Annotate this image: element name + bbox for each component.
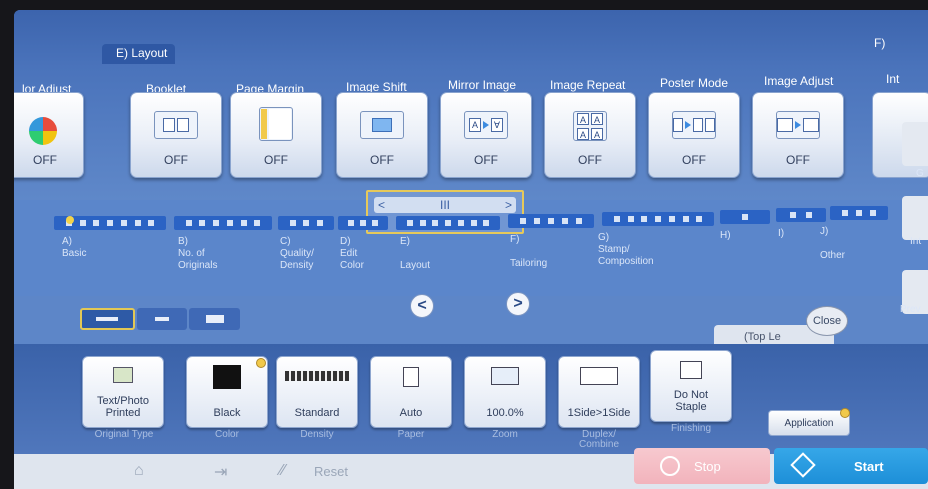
home-icon[interactable]: ⌂	[134, 462, 144, 480]
image-adjust-button[interactable]: OFF	[752, 92, 844, 178]
stop-icon	[660, 456, 680, 476]
side-button-int[interactable]	[902, 196, 928, 240]
zoom-icon	[491, 367, 519, 385]
paper-icon	[403, 367, 419, 387]
booklet-button[interactable]: OFF	[130, 92, 222, 178]
caption-finishing: Finishing	[670, 423, 712, 434]
tab-label-h: H)	[720, 230, 731, 241]
tab-stamp-composition[interactable]	[602, 212, 714, 226]
group-title-layout: E) Layout	[102, 44, 176, 64]
zoom-button[interactable]: 100.0%	[464, 356, 546, 428]
tab-other[interactable]	[830, 206, 888, 220]
touch-screen: E) Layout F) lor Adjust Booklet Page Mar…	[14, 10, 928, 489]
tab-label-no-of-originals: B) No. of Originals	[178, 236, 218, 271]
scroll-left-icon[interactable]: <	[378, 198, 385, 212]
scroll-right-icon[interactable]: >	[505, 198, 512, 212]
function-label: Mirror Image	[448, 78, 517, 92]
tab-label-layout: E) Layout	[400, 236, 431, 271]
function-label: Poster Mode	[660, 76, 729, 90]
function-label: Image Adjust	[764, 74, 834, 88]
side-label-int: Int	[910, 236, 922, 247]
document-icon	[113, 367, 133, 383]
poster-mode-button[interactable]: OFF	[648, 92, 740, 178]
view-mode-switch	[80, 308, 241, 330]
reset-button[interactable]: Reset	[314, 464, 348, 479]
color-adjust-button[interactable]: OFF	[14, 92, 84, 178]
image-repeat-button[interactable]: AAAA OFF	[544, 92, 636, 178]
view-mode-grid[interactable]	[189, 308, 241, 330]
view-mode-list[interactable]	[80, 308, 135, 330]
image-shift-button[interactable]: OFF	[336, 92, 428, 178]
function-label: Image Repeat	[550, 78, 626, 92]
side-button-g[interactable]	[902, 122, 928, 166]
function-label: Int	[886, 72, 900, 86]
mirror-image-button[interactable]: A ∀ OFF	[440, 92, 532, 178]
group-title-next: F)	[874, 36, 886, 50]
reset-icon[interactable]: ⁄⁄	[280, 462, 285, 480]
close-button[interactable]: Close	[806, 306, 848, 336]
density-button[interactable]: Standard	[276, 356, 358, 428]
tab-tailoring[interactable]	[508, 214, 594, 228]
color-wheel-icon	[29, 117, 57, 145]
scroll-thumb[interactable]: III	[440, 198, 450, 212]
caption-paper: Paper	[397, 429, 425, 440]
view-mode-detail[interactable]	[136, 308, 188, 330]
page-margin-button[interactable]: OFF	[230, 92, 322, 178]
mirror-image-icon: A ∀	[464, 111, 508, 139]
image-shift-icon	[360, 111, 404, 139]
tab-label-edit-color: D) Edit Color	[340, 236, 364, 271]
caption-color: Color	[215, 429, 239, 440]
tab-i[interactable]	[776, 208, 826, 222]
tab-layout[interactable]	[396, 216, 500, 230]
color-indicator-dot	[256, 358, 266, 368]
paper-button[interactable]: Auto	[370, 356, 452, 428]
next-tab-button[interactable]: >	[506, 292, 530, 316]
tab-label-i: I)	[778, 228, 785, 239]
image-adjust-icon	[776, 111, 820, 139]
side-label-prev: Prev	[900, 304, 921, 315]
caption-zoom: Zoom	[492, 429, 518, 440]
tab-no-of-originals[interactable]	[174, 216, 272, 230]
black-swatch-icon	[213, 365, 241, 389]
start-button[interactable]: Start	[774, 448, 928, 484]
finishing-button[interactable]: Do Not Staple	[650, 350, 732, 422]
tab-label-other: J) Other	[820, 226, 846, 261]
tab-label-basic: A) Basic	[62, 236, 87, 259]
prev-tab-button[interactable]: <	[410, 294, 434, 318]
application-indicator-dot	[840, 408, 850, 418]
color-button[interactable]: Black	[186, 356, 268, 428]
application-button[interactable]: Application	[768, 410, 850, 436]
booklet-icon	[154, 111, 198, 139]
tab-quality-density[interactable]	[278, 216, 334, 230]
tab-label-tailoring: F) Tailoring	[510, 234, 548, 269]
duplex-icon	[580, 367, 618, 385]
caption-density: Density	[300, 429, 334, 440]
poster-mode-icon	[672, 111, 716, 139]
side-label-g: G	[916, 168, 924, 179]
density-scale-icon	[285, 371, 349, 381]
start-icon	[790, 452, 816, 478]
original-type-button[interactable]: Text/Photo Printed	[82, 356, 164, 428]
tab-label-stamp-composition: G) Stamp/ Composition	[598, 232, 654, 267]
exit-icon[interactable]: ⇥	[214, 462, 227, 482]
caption-duplex-combine: Duplex/ Combine	[578, 429, 620, 450]
duplex-combine-button[interactable]: 1Side>1Side	[558, 356, 640, 428]
page-margin-icon	[259, 107, 293, 141]
stop-button[interactable]: Stop	[634, 448, 770, 484]
tab-edit-color[interactable]	[338, 216, 388, 230]
active-tab-marker	[66, 216, 74, 224]
staple-icon	[680, 361, 702, 379]
tab-label-quality-density: C) Quality/ Density	[280, 236, 314, 271]
image-repeat-icon: AAAA	[573, 111, 607, 141]
tab-h[interactable]	[720, 210, 770, 224]
caption-original-type: Original Type	[94, 429, 154, 440]
